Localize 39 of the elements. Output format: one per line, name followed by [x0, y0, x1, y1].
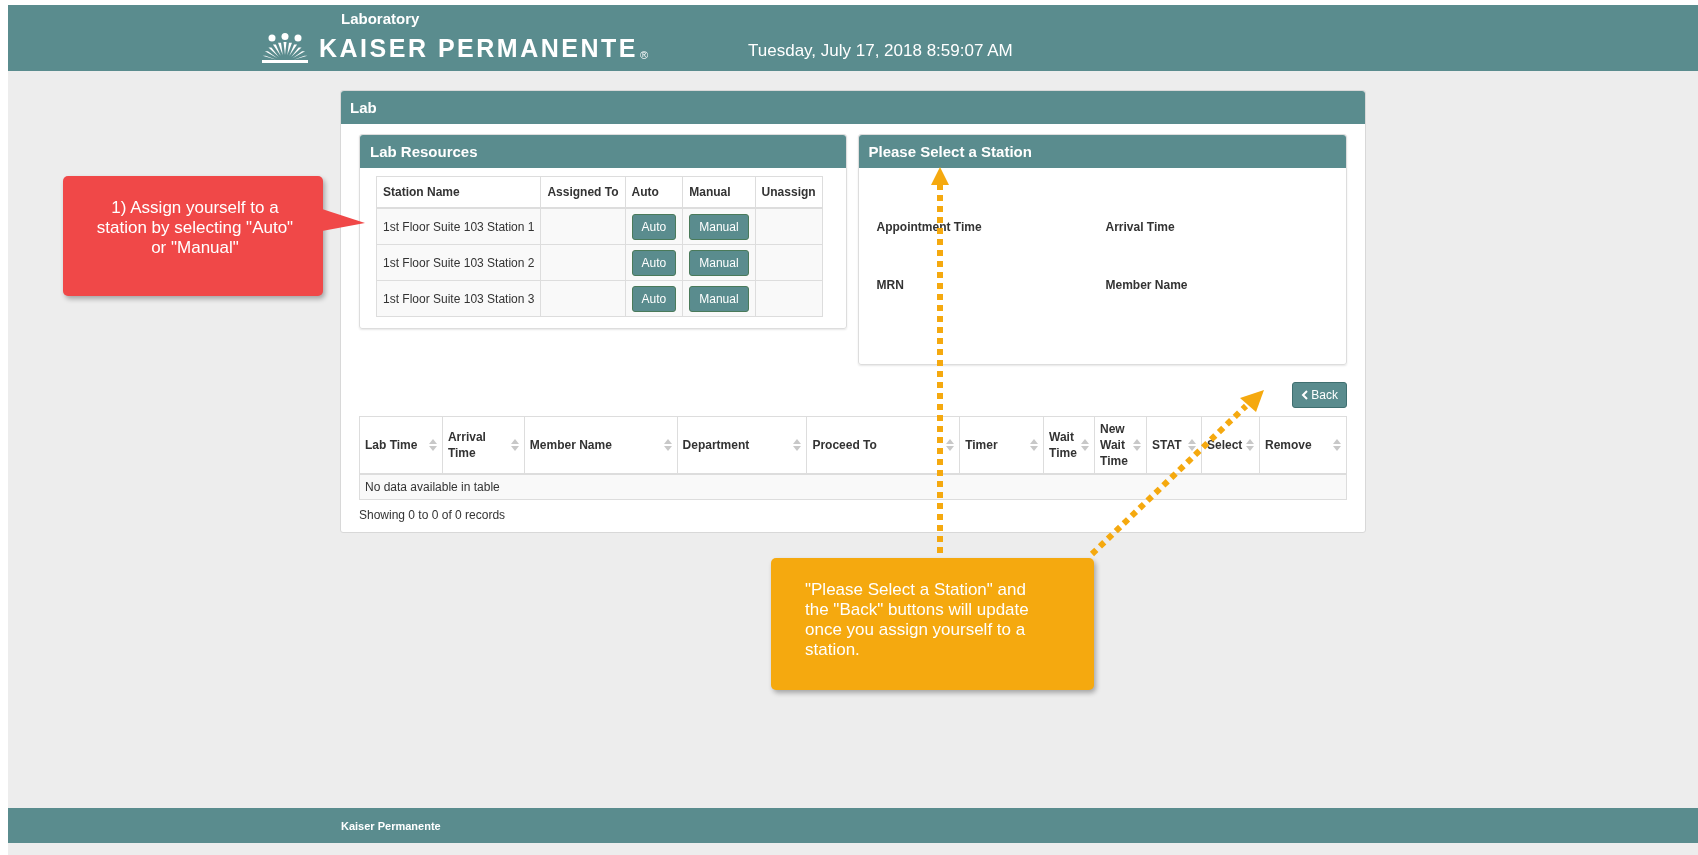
panel-title: Lab: [341, 91, 1365, 124]
sort-icon: [1333, 439, 1341, 451]
field-label: Member Name: [1105, 278, 1189, 292]
auto-button[interactable]: Auto: [631, 285, 677, 312]
manual-button[interactable]: Manual: [689, 213, 749, 240]
sort-icon: [1081, 439, 1090, 451]
sort-icon: [1188, 439, 1196, 451]
manual-button[interactable]: Manual: [689, 249, 749, 276]
auto-button[interactable]: Auto: [631, 213, 677, 240]
chevron-left-icon: [1301, 390, 1309, 400]
auto-button[interactable]: Auto: [631, 249, 677, 276]
table-info: Showing 0 to 0 of 0 records: [359, 508, 507, 522]
sort-icon: [793, 439, 802, 451]
back-button[interactable]: Back: [1292, 382, 1347, 408]
date-time: Tuesday, July 17, 2018 8:59:07 AM: [748, 41, 1013, 61]
panel-title: Lab Resources: [360, 135, 846, 168]
field-label: Appointment Time: [876, 220, 983, 234]
sort-icon: [1133, 439, 1141, 451]
station-name: 1st Floor Suite 103 Station 2: [376, 244, 541, 281]
sort-icon: [1030, 439, 1039, 451]
sort-icon: [428, 439, 437, 451]
empty-message: No data available in table: [359, 474, 1347, 500]
app-label: Laboratory: [341, 10, 420, 27]
manual-button[interactable]: Manual: [689, 285, 749, 312]
callout-note: 1) Assign yourself to a station by selecting "Auto" or "Manual": [63, 176, 323, 296]
brand-name: KAISER PERMANENTE: [319, 34, 638, 63]
sort-icon: [1246, 439, 1254, 451]
panel-title: Please Select a Station: [858, 135, 1346, 168]
station-name: 1st Floor Suite 103 Station 3: [376, 280, 541, 317]
field-label: Arrival Time: [1105, 220, 1176, 234]
sort-icon: [663, 439, 672, 451]
sort-icon: [946, 439, 955, 451]
field-label: MRN: [876, 278, 905, 292]
footer-text: Kaiser Permanente: [341, 819, 442, 832]
sort-icon: [510, 439, 519, 451]
station-name: 1st Floor Suite 103 Station 1: [376, 208, 541, 245]
registered-mark: ®: [639, 49, 649, 61]
logo-icon: [260, 33, 310, 63]
callout-note: "Please Select a Station" and the "Back" buttons will update once you assign yourself to a station.: [771, 558, 1094, 690]
